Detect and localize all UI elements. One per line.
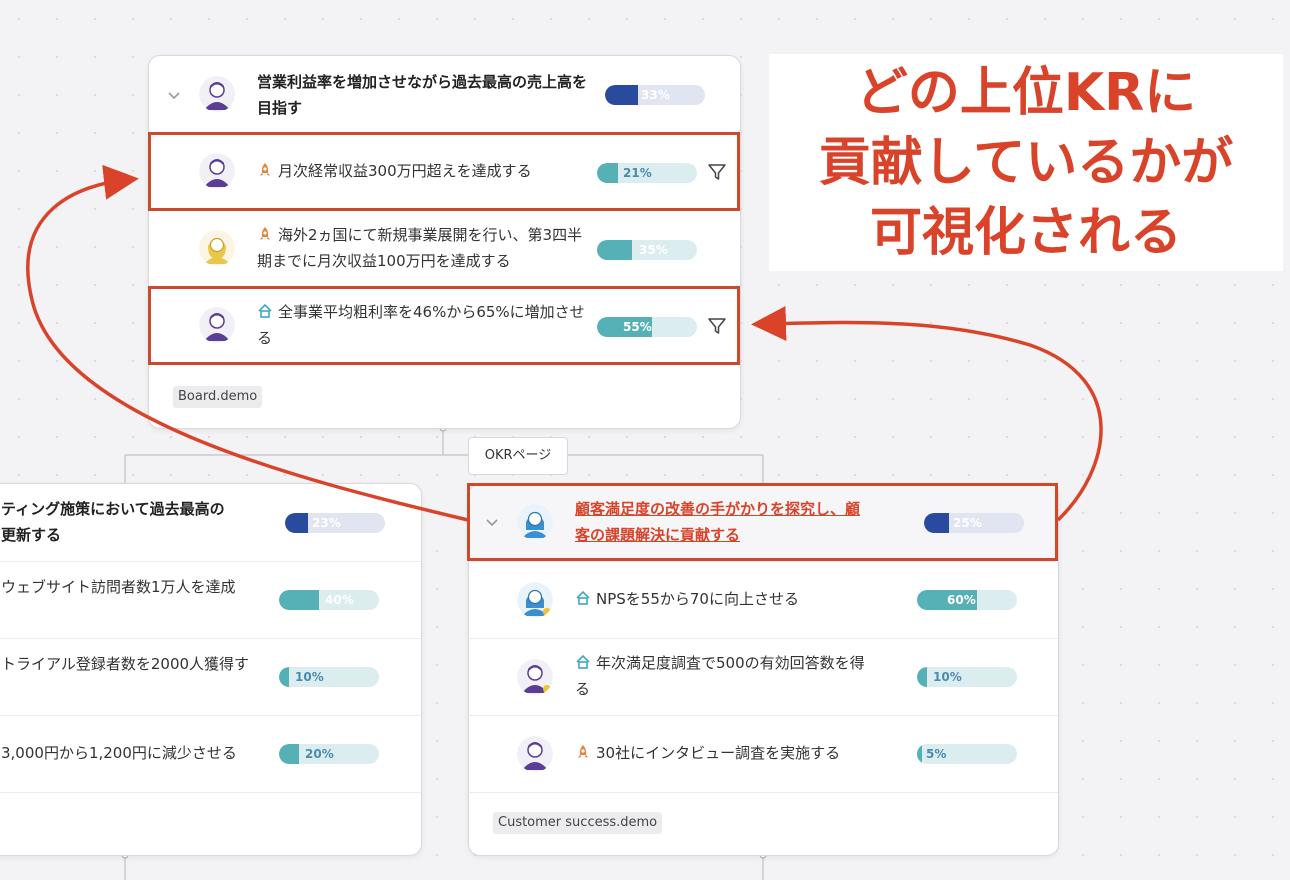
- progress-label: 5%: [926, 747, 947, 761]
- progress-label: 60%: [947, 593, 976, 607]
- callout-annotation: どの上位KRに 貢献しているかが 可視化される: [769, 54, 1283, 271]
- key-result-row[interactable]: ウェブサイト訪問者数1万人を達成 40%: [0, 562, 421, 639]
- rocket-icon: [260, 163, 270, 176]
- progress-label: 33%: [641, 88, 670, 102]
- rocket-icon: [578, 745, 588, 758]
- key-result-title[interactable]: 年次満足度調査で500の有効回答数を得る: [575, 650, 905, 702]
- objective-row[interactable]: 顧客満足度の改善の手がかりを探究し、顧 客の課題解決に貢献する 25%: [469, 484, 1058, 562]
- avatar: [199, 307, 235, 343]
- kr-progress-bar: 60%: [917, 590, 1017, 610]
- chevron-down-icon[interactable]: [485, 516, 499, 530]
- key-result-title[interactable]: NPSを55から70に向上させる: [575, 586, 905, 612]
- okr-page-button[interactable]: OKRページ: [468, 437, 568, 475]
- avatar: [199, 153, 235, 189]
- kr-progress-bar: 10%: [917, 667, 1017, 687]
- objective-row[interactable]: 営業利益率を増加させながら過去最高の売上高を目指す 33%: [149, 56, 740, 133]
- key-result-row[interactable]: 全事業平均粗利率を46%から65%に増加させる 55%: [149, 287, 740, 364]
- progress-label: 35%: [639, 243, 668, 257]
- progress-label: 10%: [933, 670, 962, 684]
- team-tag[interactable]: Board.demo: [173, 386, 263, 408]
- key-result-row[interactable]: 年次満足度調査で500の有効回答数を得る 10%: [469, 639, 1058, 716]
- key-result-title[interactable]: 3,000円から1,200円に減少させる: [1, 740, 261, 766]
- avatar: [517, 659, 553, 695]
- key-result-title[interactable]: 月次経常収益300万円超えを達成する: [257, 158, 587, 184]
- objective-progress-bar: 33%: [605, 85, 705, 105]
- avatar: [199, 76, 235, 112]
- team-tag[interactable]: Customer success.demo: [493, 812, 663, 834]
- callout-line: 可視化される: [869, 203, 1182, 263]
- key-result-title[interactable]: 30社にインタビュー調査を実施する: [575, 740, 905, 766]
- objective-title[interactable]: 顧客満足度の改善の手がかりを探究し、顧 客の課題解決に貢献する: [575, 496, 905, 548]
- key-result-row[interactable]: 海外2ヵ国にて新規事業展開を行い、第3四半期までに月次収益100万円を達成する …: [149, 210, 740, 287]
- key-result-title[interactable]: ウェブサイト訪問者数1万人を達成: [1, 574, 261, 600]
- objective-progress-bar: 25%: [924, 513, 1024, 533]
- kr-progress-bar: 5%: [917, 744, 1017, 764]
- house-icon: [576, 654, 590, 669]
- avatar: [517, 504, 553, 540]
- okr-card-marketing: ティング施策において過去最高の 更新する 23% ウェブサイト訪問者数1万人を達…: [0, 483, 422, 856]
- kr-progress-bar: 40%: [279, 590, 379, 610]
- house-icon: [258, 303, 272, 318]
- progress-label: 25%: [953, 516, 982, 530]
- kr-progress-bar: 21%: [597, 163, 697, 183]
- key-result-row[interactable]: 3,000円から1,200円に減少させる 20%: [0, 716, 421, 793]
- progress-label: 20%: [305, 747, 334, 761]
- avatar: [517, 736, 553, 772]
- filter-icon[interactable]: [707, 162, 727, 182]
- key-result-row[interactable]: 30社にインタビュー調査を実施する 5%: [469, 716, 1058, 793]
- avatar: [517, 582, 553, 618]
- kr-progress-bar: 55%: [597, 317, 697, 337]
- progress-label: 55%: [623, 320, 652, 334]
- okr-card-board: 営業利益率を増加させながら過去最高の売上高を目指す 33% 月次経常収益300万…: [148, 55, 741, 429]
- objective-row[interactable]: ティング施策において過去最高の 更新する 23%: [0, 484, 421, 562]
- okr-card-customer-success: 顧客満足度の改善の手がかりを探究し、顧 客の課題解決に貢献する 25% NPSを…: [468, 483, 1059, 856]
- chevron-down-icon[interactable]: [167, 89, 181, 103]
- key-result-title[interactable]: 全事業平均粗利率を46%から65%に増加させる: [257, 299, 587, 351]
- objective-title[interactable]: 営業利益率を増加させながら過去最高の売上高を目指す: [257, 69, 587, 121]
- key-result-row[interactable]: NPSを55から70に向上させる 60%: [469, 562, 1058, 639]
- progress-label: 40%: [325, 593, 354, 607]
- objective-title[interactable]: ティング施策において過去最高の 更新する: [1, 496, 281, 548]
- progress-label: 23%: [312, 516, 341, 530]
- key-result-row[interactable]: トライアル登録者数を2000人獲得す 10%: [0, 639, 421, 716]
- filter-icon[interactable]: [707, 316, 727, 336]
- callout-line: 貢献しているかが: [818, 133, 1234, 193]
- key-result-title[interactable]: 海外2ヵ国にて新規事業展開を行い、第3四半期までに月次収益100万円を達成する: [257, 222, 587, 274]
- key-result-title[interactable]: トライアル登録者数を2000人獲得す: [1, 651, 261, 677]
- callout-line: どの上位KRに: [855, 63, 1197, 123]
- key-result-row[interactable]: 月次経常収益300万円超えを達成する 21%: [149, 133, 740, 210]
- rocket-icon: [260, 227, 270, 240]
- progress-label: 21%: [623, 166, 652, 180]
- kr-progress-bar: 10%: [279, 667, 379, 687]
- kr-progress-bar: 35%: [597, 240, 697, 260]
- avatar: [199, 230, 235, 266]
- house-icon: [576, 590, 590, 605]
- kr-progress-bar: 20%: [279, 744, 379, 764]
- objective-progress-bar: 23%: [285, 513, 385, 533]
- progress-label: 10%: [295, 670, 324, 684]
